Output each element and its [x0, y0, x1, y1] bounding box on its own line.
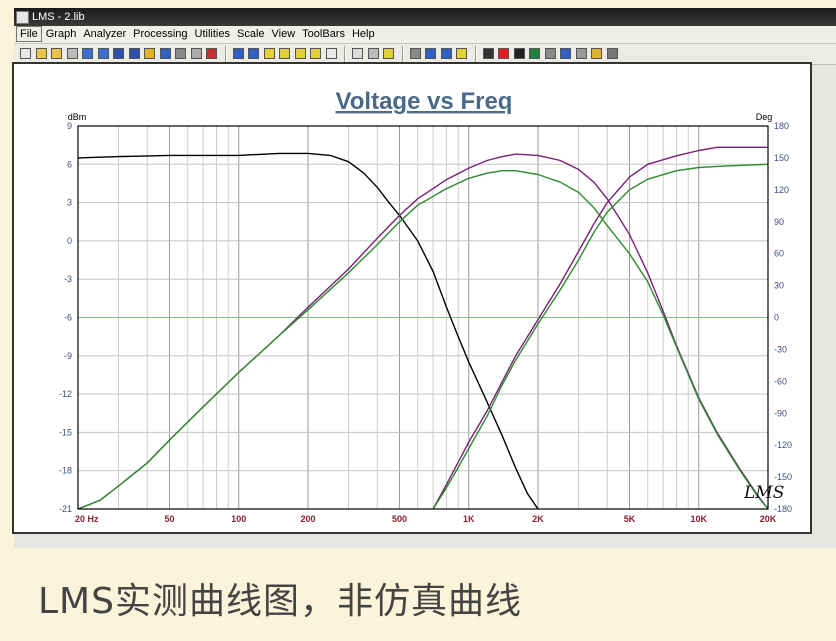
y-right-tick-label: 0 [774, 313, 779, 323]
cursor-icon[interactable] [409, 48, 421, 59]
y-left-tick-label: 9 [67, 121, 72, 131]
zoom-out-icon[interactable] [248, 48, 259, 59]
open-icon[interactable] [35, 48, 47, 59]
chart-title: Voltage vs Freq [336, 88, 513, 115]
y-right-tick-label: 30 [774, 281, 784, 291]
y-left-tick-label: -3 [64, 274, 72, 284]
open-folder-icon[interactable] [51, 48, 62, 59]
x-tick-label: 500 [392, 514, 407, 524]
stop-icon[interactable] [513, 48, 525, 59]
y-right-tick-label: 150 [774, 153, 789, 163]
y-right-tick-label: -120 [774, 440, 792, 450]
menu-processing[interactable]: Processing [130, 26, 190, 43]
window-title: LMS - 2.lib [32, 11, 85, 23]
y-right-tick-label: -150 [774, 472, 792, 482]
help-icon[interactable] [383, 48, 394, 59]
disk-icon[interactable] [159, 48, 171, 59]
print-icon[interactable] [175, 48, 186, 59]
y-right-tick-label: 60 [774, 249, 784, 259]
graph-a-icon[interactable] [263, 48, 275, 59]
x-tick-label: 5K [624, 514, 636, 524]
folder-icon[interactable] [144, 48, 155, 59]
toolbar-separator [401, 46, 404, 62]
menu-analyzer[interactable]: Analyzer [80, 26, 129, 43]
x-tick-label: 10K [691, 514, 708, 524]
y-left-tick-label: 0 [67, 236, 72, 246]
new-icon[interactable] [20, 48, 31, 59]
clear-icon[interactable] [206, 48, 217, 59]
menu-help[interactable]: Help [349, 26, 378, 43]
caption-text: LMS实测曲线图，非仿真曲线 [38, 581, 522, 622]
toolbar-separator [474, 46, 477, 62]
menu-graph[interactable]: Graph [43, 26, 80, 43]
lms-watermark: LMS [743, 483, 784, 503]
y-left-tick-label: -15 [59, 427, 72, 437]
y-right-tick-label: 120 [774, 185, 789, 195]
menu-view[interactable]: View [269, 26, 299, 43]
frequency-chart: Voltage vs Freq 9630-3-6-9-12-15-18-2118… [59, 88, 792, 524]
x-tick-label: 2K [532, 514, 544, 524]
y-right-tick-label: -180 [774, 504, 792, 514]
x-tick-label: 200 [300, 514, 315, 524]
y-left-tick-label: -21 [59, 504, 72, 514]
y-left-tick-label: 3 [67, 198, 72, 208]
marker-b-icon[interactable] [440, 48, 452, 59]
y-left-tick-label: -12 [59, 389, 72, 399]
y-right-tick-label: -30 [774, 344, 787, 354]
graph-c-icon[interactable] [294, 48, 306, 59]
app-icon [16, 11, 29, 24]
y-right-tick-label: -60 [774, 376, 787, 386]
x-tick-label: 1K [463, 514, 475, 524]
x-tick-label: 20 Hz [75, 514, 99, 524]
record-icon[interactable] [498, 48, 509, 59]
toolbar-separator [344, 46, 346, 62]
chip-icon[interactable] [482, 48, 494, 59]
y-left-tick-label: 6 [67, 159, 72, 169]
library-icon[interactable] [128, 48, 140, 59]
speaker-icon[interactable] [606, 48, 618, 59]
menu-bar: File Graph Analyzer Processing Utilities Scal… [14, 26, 836, 44]
save-icon[interactable] [82, 48, 93, 59]
left-axis-unit: dBm [68, 112, 87, 122]
y-left-tick-label: -6 [64, 313, 72, 323]
menu-scale[interactable]: Scale [234, 26, 268, 43]
graph-b-icon[interactable] [279, 48, 290, 59]
y-right-tick-label: -90 [774, 408, 787, 418]
marker-a-icon[interactable] [425, 48, 436, 59]
grid-icon[interactable] [325, 48, 337, 59]
x-tick-label: 50 [165, 514, 175, 524]
edit-icon[interactable] [190, 48, 202, 59]
graph-d-icon[interactable] [310, 48, 321, 59]
wand-icon[interactable] [560, 48, 571, 59]
y-right-tick-label: 180 [774, 121, 789, 131]
meter-icon[interactable] [529, 48, 540, 59]
menu-file[interactable]: File [16, 26, 42, 42]
x-tick-label: 20K [760, 514, 777, 524]
y-left-tick-label: -18 [59, 466, 72, 476]
right-axis-unit: Deg [756, 112, 773, 122]
marker-c-icon[interactable] [456, 48, 467, 59]
y-left-tick-label: -9 [64, 351, 72, 361]
menu-toolbars[interactable]: ToolBars [299, 26, 348, 43]
menu-utilities[interactable]: Utilities [192, 26, 233, 43]
panel-icon[interactable] [367, 48, 379, 59]
tweezers-icon[interactable] [575, 48, 587, 59]
window-icon[interactable] [352, 48, 363, 59]
y-right-tick-label: 90 [774, 217, 784, 227]
gear-icon[interactable] [591, 48, 602, 59]
toolbar-separator [224, 46, 227, 62]
save-gray-icon[interactable] [66, 48, 78, 59]
x-tick-label: 100 [231, 514, 246, 524]
title-bar: LMS - 2.lib [14, 8, 836, 26]
export-icon[interactable] [113, 48, 124, 59]
probe-icon[interactable] [544, 48, 556, 59]
import-icon[interactable] [97, 48, 109, 59]
zoom-in-icon[interactable] [232, 48, 244, 59]
